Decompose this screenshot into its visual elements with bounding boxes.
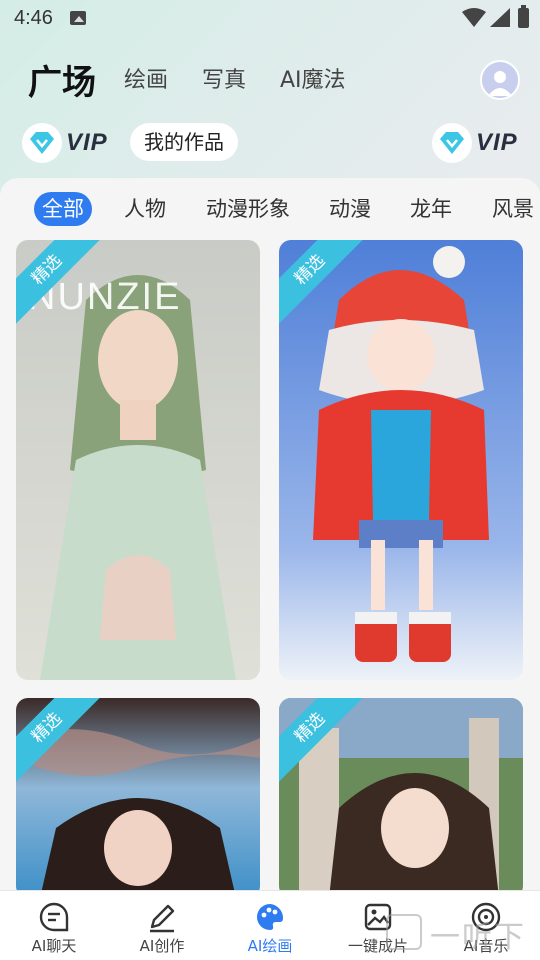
nav-ai-create[interactable]: AI创作 [108, 891, 216, 960]
nav-label: AI创作 [139, 937, 185, 955]
watermark-text: 一听下载 [430, 920, 526, 955]
avatar[interactable] [480, 60, 520, 100]
category-anime-character[interactable]: 动漫形象 [206, 192, 290, 226]
vip-label-left: VIP [66, 129, 108, 156]
gallery-notification-icon [70, 11, 86, 25]
category-people[interactable]: 人物 [124, 192, 166, 226]
category-dragon-year[interactable]: 龙年 [410, 192, 452, 226]
palette-icon [257, 904, 284, 930]
vip-badge-left[interactable]: VIP [22, 122, 108, 164]
gallery-card[interactable]: 精选 [279, 240, 523, 680]
status-bar: 4:46 [0, 0, 540, 40]
user-icon [488, 71, 512, 96]
nav-ai-painting[interactable]: AI绘画 [216, 891, 324, 960]
chat-icon [39, 902, 69, 932]
tab-portrait[interactable]: 写真 [202, 62, 246, 94]
diamond-icon [432, 123, 472, 163]
nav-ai-chat[interactable]: AI聊天 [0, 891, 108, 960]
vip-label-right: VIP [476, 129, 518, 156]
category-anime[interactable]: 动漫 [329, 192, 371, 226]
top-tabs: 广场 绘画 写真 AI魔法 [0, 50, 540, 110]
vip-badge-right[interactable]: VIP [432, 122, 518, 164]
content-panel: 全部 人物 动漫形象 动漫 龙年 风景 NUNZIE 精选 精选 精选 精选 [0, 178, 540, 890]
battery-icon [518, 5, 529, 28]
diamond-icon [22, 123, 62, 163]
gallery-card[interactable]: 精选 [279, 698, 523, 890]
nav-label: AI绘画 [247, 937, 293, 955]
signal-icon [490, 8, 510, 27]
tab-plaza[interactable]: 广场 [28, 55, 96, 104]
artwork-image [279, 240, 523, 680]
gallery-card[interactable]: 精选 [16, 698, 260, 890]
tab-ai-magic[interactable]: AI魔法 [280, 62, 346, 94]
nav-label: AI聊天 [31, 937, 77, 955]
status-time: 4:46 [14, 7, 53, 29]
watermark-logo [386, 914, 422, 950]
category-tabs: 全部 人物 动漫形象 动漫 龙年 风景 [0, 188, 540, 228]
wifi-icon [462, 8, 486, 27]
category-scenery[interactable]: 风景 [492, 192, 534, 226]
gallery-card[interactable]: NUNZIE 精选 [16, 240, 260, 680]
my-works-button[interactable]: 我的作品 [130, 123, 238, 161]
category-all[interactable]: 全部 [34, 192, 92, 226]
tab-painting[interactable]: 绘画 [124, 62, 168, 94]
pencil-icon [150, 904, 175, 933]
vip-row: VIP 我的作品 VIP [0, 120, 540, 166]
